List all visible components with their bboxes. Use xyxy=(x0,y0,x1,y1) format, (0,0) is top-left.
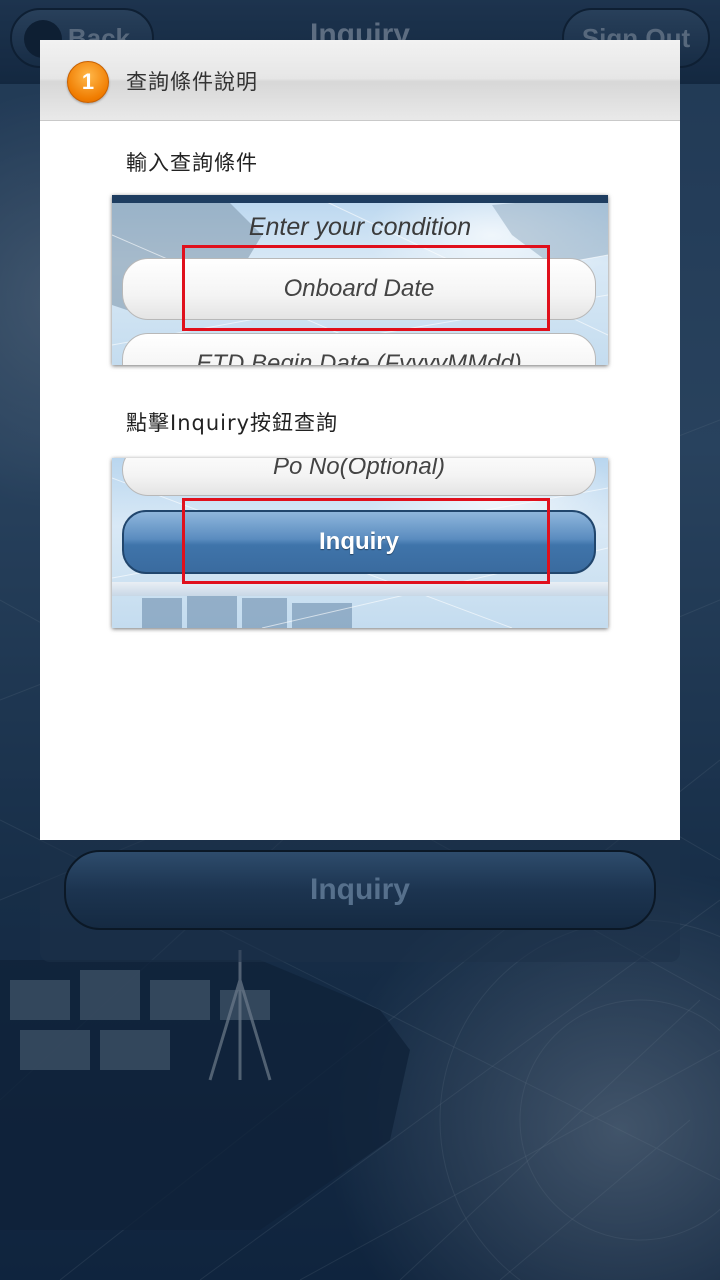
highlight-box-onboard xyxy=(182,245,550,331)
screenshot-top-bar xyxy=(112,195,608,203)
screenshot-bottom-strip xyxy=(112,582,608,596)
highlight-box-inquiry xyxy=(182,498,550,584)
screenshot-condition-form: Enter your condition Onboard Date ETD Be… xyxy=(112,195,608,365)
po-number-field: Po No(Optional) xyxy=(122,458,596,496)
instruction-tap-inquiry: 點擊Inquiry按鈕查詢 xyxy=(126,411,339,435)
condition-label: Enter your condition xyxy=(248,213,472,241)
dialog-header: 1 查詢條件說明 xyxy=(40,40,680,121)
inquiry-button-background: Inquiry xyxy=(64,850,656,930)
help-dialog: 1 查詢條件說明 輸入查詢條件 Enter your condition Onb… xyxy=(40,40,680,840)
dialog-title: 查詢條件說明 xyxy=(126,70,258,94)
etd-begin-date-field: ETD Begin Date (FyyyyMMdd) xyxy=(122,333,596,365)
instruction-enter-condition: 輸入查詢條件 xyxy=(126,151,258,175)
screenshot-inquiry-button: Po No(Optional) Inquiry xyxy=(112,458,608,628)
step-number-icon: 1 xyxy=(67,61,109,103)
